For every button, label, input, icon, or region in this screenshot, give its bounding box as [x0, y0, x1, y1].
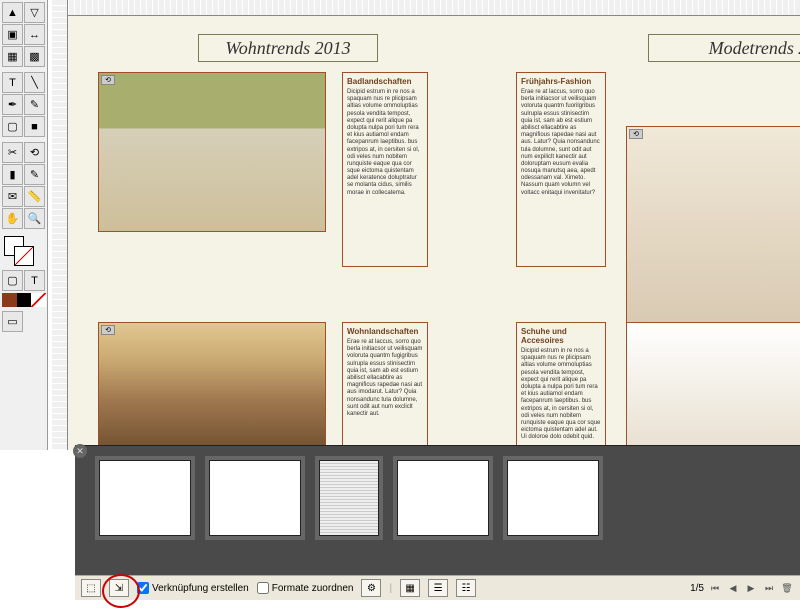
- ruler-vertical: [52, 0, 68, 450]
- apply-text[interactable]: T: [24, 270, 45, 291]
- image-frame-shoes[interactable]: [626, 322, 800, 450]
- ruler-horizontal: [68, 0, 800, 16]
- close-icon[interactable]: ✕: [73, 444, 87, 458]
- apply-container[interactable]: ▢: [2, 270, 23, 291]
- page-title-right[interactable]: Modetrends 2: [648, 34, 800, 62]
- conveyor-panel: ✕: [75, 445, 800, 575]
- note-tool[interactable]: ✉: [2, 186, 23, 207]
- text-frame-fashion[interactable]: Frühjahrs-Fashion Erae re at laccus, sor…: [516, 72, 606, 267]
- direct-selection-tool[interactable]: ▽: [24, 2, 45, 23]
- pager: 1/5 ⏮ ◀ ▶ ⏭ 🗑: [690, 581, 794, 595]
- line-tool[interactable]: ╲: [24, 72, 45, 93]
- thumbnail-strip: [75, 446, 800, 546]
- load-conveyor-button[interactable]: ⬚: [81, 579, 101, 597]
- conveyor-toolbar: ⬚ ⇲ Verknüpfung erstellen Formate zuordn…: [75, 575, 800, 600]
- type-tool[interactable]: T: [2, 72, 23, 93]
- thumb-shoes[interactable]: [507, 460, 599, 536]
- image-frame-bath[interactable]: ⟲: [98, 72, 326, 232]
- page-right: Modetrends 2 Frühjahrs-Fashion Erae re a…: [508, 16, 800, 280]
- eyedropper-tool[interactable]: ✎: [24, 164, 45, 185]
- hand-tool[interactable]: ✋: [2, 208, 23, 229]
- options-button[interactable]: ⚙: [361, 579, 381, 597]
- link-checkbox[interactable]: Verknüpfung erstellen: [137, 582, 249, 594]
- thumb-fashion[interactable]: [397, 460, 489, 536]
- pager-text: 1/5: [690, 583, 704, 594]
- thumb-interior[interactable]: [99, 460, 191, 536]
- pager-next[interactable]: ▶: [744, 581, 758, 595]
- text-frame-living[interactable]: Wohnlandschaften Erae re at laccus, sorr…: [342, 322, 428, 450]
- transform-tool[interactable]: ⟲: [24, 142, 45, 163]
- page-title-left[interactable]: Wohntrends 2013: [198, 34, 378, 62]
- list-view-button[interactable]: ☰: [428, 579, 448, 597]
- zoom-tool[interactable]: 🔍: [24, 208, 45, 229]
- place-conveyor-button[interactable]: ⇲: [109, 579, 129, 597]
- view-mode[interactable]: ▭: [2, 311, 23, 332]
- pager-prev[interactable]: ◀: [726, 581, 740, 595]
- pager-trash[interactable]: 🗑: [780, 581, 794, 595]
- image-frame-living[interactable]: ⟲: [98, 322, 326, 450]
- pager-first[interactable]: ⏮: [708, 581, 722, 595]
- list-view2-button[interactable]: ☷: [456, 579, 476, 597]
- page-tool[interactable]: ▣: [2, 24, 23, 45]
- document-canvas[interactable]: Wohntrends 2013 ⟲ Badlandschaften Dicipi…: [68, 16, 800, 450]
- content-tool[interactable]: ▦: [2, 46, 23, 67]
- link-icon: ⟲: [629, 129, 643, 139]
- text-frame-shoes[interactable]: Schuhe und Accesoires Dicipid estrum in …: [516, 322, 606, 450]
- frame-tool[interactable]: ▢: [2, 116, 23, 137]
- tool-panel: ▲▽ ▣↔ ▦▩ T╲ ✒✎ ▢■ ✂⟲ ▮✎ ✉📏 ✋🔍 ▢T ▭: [0, 0, 48, 450]
- measure-tool[interactable]: 📏: [24, 186, 45, 207]
- rect-tool[interactable]: ■: [24, 116, 45, 137]
- scissors-tool[interactable]: ✂: [2, 142, 23, 163]
- content-grid-tool[interactable]: ▩: [24, 46, 45, 67]
- gap-tool[interactable]: ↔: [24, 24, 45, 45]
- grid-view-button[interactable]: ▦: [400, 579, 420, 597]
- pencil-tool[interactable]: ✎: [24, 94, 45, 115]
- color-row[interactable]: [2, 293, 46, 307]
- formats-checkbox[interactable]: Formate zuordnen: [257, 582, 354, 594]
- link-icon: ⟲: [101, 75, 115, 85]
- pen-tool[interactable]: ✒: [2, 94, 23, 115]
- link-icon: ⟲: [101, 325, 115, 335]
- text-frame-bath[interactable]: Badlandschaften Dicipid estrum in re nos…: [342, 72, 428, 267]
- selection-tool[interactable]: ▲: [2, 2, 23, 23]
- gradient-tool[interactable]: ▮: [2, 164, 23, 185]
- thumb-interior2[interactable]: [209, 460, 301, 536]
- pager-last[interactable]: ⏭: [762, 581, 776, 595]
- page-left: Wohntrends 2013 ⟲ Badlandschaften Dicipi…: [78, 16, 498, 70]
- thumb-textpage[interactable]: [319, 460, 379, 536]
- stroke-swatch[interactable]: [14, 246, 34, 266]
- image-frame-fashion[interactable]: ⟲: [626, 126, 800, 336]
